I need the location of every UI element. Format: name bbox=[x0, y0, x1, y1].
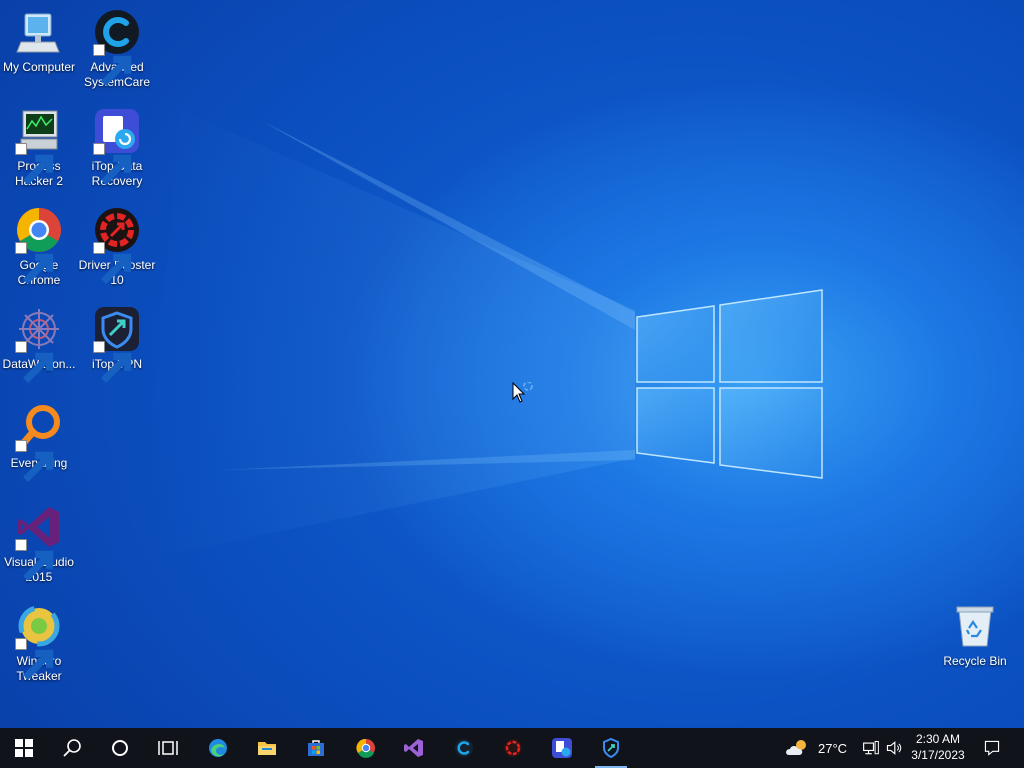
taskbar-edge[interactable] bbox=[194, 728, 242, 768]
search-button[interactable] bbox=[48, 728, 96, 768]
shortcut-arrow-icon bbox=[93, 143, 132, 185]
computer-icon bbox=[15, 8, 63, 56]
winaero-tweaker-icon bbox=[15, 602, 63, 680]
weather-widget[interactable]: 27°C bbox=[784, 728, 847, 768]
start-button[interactable] bbox=[0, 728, 48, 768]
advanced-systemcare-icon bbox=[455, 739, 473, 757]
cortana-icon bbox=[112, 740, 128, 756]
speaker-icon bbox=[886, 741, 902, 755]
edge-icon bbox=[209, 739, 227, 757]
task-view-icon bbox=[158, 741, 178, 755]
desktop-icon-advanced-systemcare[interactable]: Advanced SystemCare bbox=[78, 8, 156, 90]
shortcut-arrow-icon bbox=[93, 44, 132, 86]
desktop-icon-everything[interactable]: Everything bbox=[0, 404, 78, 482]
taskbar: 27°C 2:30 AM 3/17/2023 bbox=[0, 728, 1024, 768]
desktop-icon-recycle-bin[interactable]: Recycle Bin bbox=[936, 602, 1014, 669]
desktop-icon-my-computer[interactable]: My Computer bbox=[0, 8, 78, 75]
file-explorer-icon bbox=[258, 742, 276, 755]
windows-start-icon bbox=[15, 739, 33, 757]
itop-vpn-icon bbox=[603, 737, 619, 759]
shortcut-arrow-icon bbox=[93, 341, 132, 383]
taskbar-chrome[interactable] bbox=[342, 728, 390, 768]
desktop-icon-google-chrome[interactable]: Google Chrome bbox=[0, 206, 78, 288]
desktop-icon-datawagon[interactable]: DataWagon... bbox=[0, 305, 78, 383]
task-view-button[interactable] bbox=[144, 728, 192, 768]
microsoft-store-icon bbox=[308, 740, 324, 756]
taskbar-advanced-systemcare[interactable] bbox=[440, 728, 488, 768]
process-hacker-icon bbox=[15, 107, 63, 185]
desktop-icon-driver-booster[interactable]: Driver Booster 10 bbox=[78, 206, 156, 288]
itop-vpn-icon bbox=[93, 305, 141, 383]
taskbar-itop-data-recovery[interactable] bbox=[538, 728, 586, 768]
taskbar-file-explorer[interactable] bbox=[243, 728, 291, 768]
datawagon-icon bbox=[15, 305, 63, 383]
icon-label: My Computer bbox=[2, 60, 76, 74]
desktop-icon-process-hacker[interactable]: Process Hacker 2 bbox=[0, 107, 78, 189]
chrome-icon bbox=[356, 738, 375, 758]
advanced-systemcare-icon bbox=[93, 8, 141, 86]
taskbar-clock[interactable]: 2:30 AM 3/17/2023 bbox=[906, 728, 970, 768]
shortcut-arrow-icon bbox=[15, 143, 54, 185]
driver-booster-icon bbox=[504, 739, 522, 757]
visual-studio-icon bbox=[404, 739, 423, 757]
shortcut-arrow-icon bbox=[15, 341, 54, 383]
shortcut-arrow-icon bbox=[15, 539, 54, 581]
taskbar-driver-booster[interactable] bbox=[489, 728, 537, 768]
desktop-icon-itop-vpn[interactable]: iTop VPN bbox=[78, 305, 156, 383]
desktop[interactable]: My Computer Process Hacker 2 Google Chro… bbox=[0, 0, 1024, 728]
volume-tray-button[interactable] bbox=[882, 728, 906, 768]
visual-studio-icon bbox=[15, 503, 63, 581]
driver-booster-icon bbox=[93, 206, 141, 284]
network-tray-button[interactable] bbox=[858, 728, 884, 768]
search-icon bbox=[63, 739, 81, 757]
shortcut-arrow-icon bbox=[15, 440, 54, 482]
clock-date: 3/17/2023 bbox=[911, 748, 965, 762]
desktop-icon-visual-studio[interactable]: Visual Studio 2015 bbox=[0, 503, 78, 585]
desktop-icon-winaero-tweaker[interactable]: Winaero Tweaker bbox=[0, 602, 78, 684]
recycle-bin-icon bbox=[951, 602, 999, 650]
shortcut-arrow-icon bbox=[15, 242, 54, 284]
itop-data-recovery-icon bbox=[552, 738, 572, 758]
clock-time: 2:30 AM bbox=[915, 732, 961, 746]
shortcut-arrow-icon bbox=[15, 638, 54, 680]
mouse-pointer-busy-icon bbox=[512, 382, 533, 403]
chrome-icon bbox=[15, 206, 63, 284]
itop-data-recovery-icon bbox=[93, 107, 141, 185]
cortana-button[interactable] bbox=[96, 728, 144, 768]
taskbar-itop-vpn[interactable] bbox=[587, 728, 635, 768]
partly-cloudy-icon bbox=[786, 740, 806, 755]
network-icon bbox=[863, 740, 879, 755]
taskbar-microsoft-store[interactable] bbox=[292, 728, 340, 768]
icon-label: Recycle Bin bbox=[943, 654, 1007, 668]
weather-temperature: 27°C bbox=[818, 740, 848, 756]
desktop-icon-itop-data-recovery[interactable]: iTop Data Recovery bbox=[78, 107, 156, 189]
action-center-button[interactable] bbox=[974, 728, 1010, 768]
notification-icon bbox=[984, 740, 1000, 756]
everything-magnifier-icon bbox=[15, 404, 63, 482]
taskbar-visual-studio[interactable] bbox=[390, 728, 438, 768]
shortcut-arrow-icon bbox=[93, 242, 132, 284]
